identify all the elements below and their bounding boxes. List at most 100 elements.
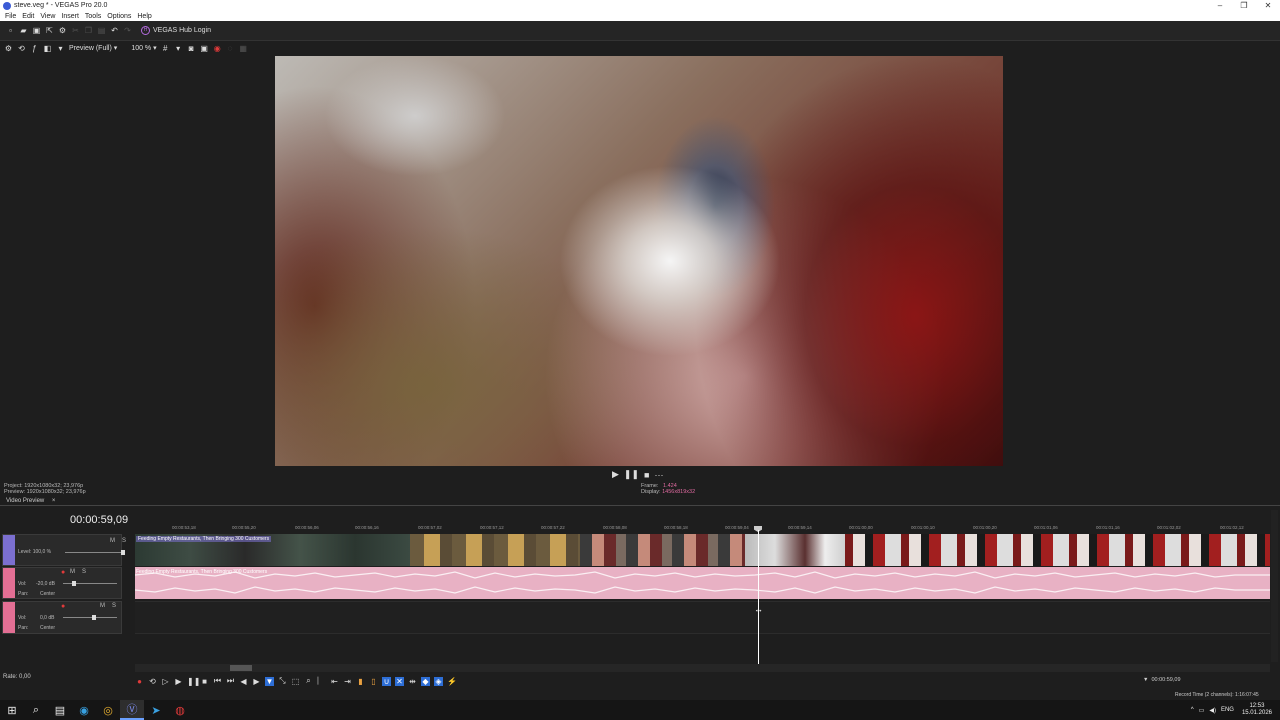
menu-edit[interactable]: Edit (22, 13, 34, 20)
video-level-knob[interactable] (121, 550, 125, 555)
timeline-vertical-scrollbar[interactable] (1271, 510, 1278, 662)
fx-icon[interactable]: ƒ (30, 44, 39, 53)
video-track[interactable] (135, 534, 1270, 566)
vegas-taskbar-icon[interactable]: Ⓥ (120, 700, 144, 720)
chevron-down-icon[interactable]: ▾ (153, 44, 157, 52)
grid-icon[interactable]: # (161, 44, 170, 53)
pause-icon[interactable]: ❚❚ (187, 677, 200, 686)
timeline-horizontal-scrollbar[interactable] (135, 664, 1270, 672)
clock[interactable]: 12:53 15.01.2026 (1242, 703, 1272, 717)
playhead-line[interactable] (758, 530, 759, 664)
menu-view[interactable]: View (40, 13, 55, 20)
next-frame-icon[interactable]: ▶ (252, 677, 261, 686)
timeline-ruler[interactable]: 00:00:53,18 00:00:55,20 00:00:56,06 00:0… (135, 525, 1270, 533)
open-folder-icon[interactable]: ▰ (18, 25, 29, 36)
video-level-slider[interactable] (65, 552, 121, 553)
loop-icon[interactable]: ⟲ (148, 677, 157, 686)
mute-button[interactable]: M (100, 603, 105, 609)
video-clip-segment[interactable] (745, 534, 845, 566)
auto-crossfade-icon[interactable]: ✕ (395, 676, 404, 686)
audio-track-2-header[interactable]: ● M S Vol: 0,0 dB Pan: Center (2, 601, 122, 634)
ignore-grouping-icon[interactable]: ◈ (434, 676, 443, 686)
preview-quality-select[interactable]: Preview (Full) (69, 45, 112, 52)
pause-icon[interactable]: ❚❚ (624, 469, 639, 480)
recorder-icon[interactable]: ◍ (168, 700, 192, 720)
chrome-icon[interactable]: ◎ (96, 700, 120, 720)
disabled-option-icon[interactable]: ◌ (226, 44, 235, 53)
arm-record-icon[interactable]: ● (61, 569, 65, 576)
snapping-icon[interactable]: ∪ (382, 676, 391, 686)
copy-snapshot-icon[interactable]: ▣ (200, 44, 209, 53)
sync-icon[interactable]: ⟲ (17, 44, 26, 53)
go-to-start-icon[interactable]: ⏮ (213, 676, 222, 686)
stop-icon[interactable]: ■ (644, 470, 649, 480)
solo-button[interactable]: S (122, 538, 126, 544)
save-icon[interactable]: ▣ (31, 25, 42, 36)
mute-button[interactable]: M (70, 569, 75, 575)
region-icon[interactable]: ▯ (369, 677, 378, 686)
play-from-start-icon[interactable]: ▷ (161, 677, 170, 686)
render-icon[interactable]: ⇱ (44, 25, 55, 36)
empty-audio-track[interactable] (135, 601, 1270, 634)
video-clip-segment[interactable] (845, 534, 1270, 566)
normalize-icon[interactable]: ⚡ (447, 677, 457, 686)
volume-icon[interactable]: ◀) (1209, 707, 1216, 714)
close-button[interactable]: ✕ (1256, 0, 1280, 11)
lock-envelopes-icon[interactable]: ◆ (421, 676, 430, 686)
edit-tool-icon[interactable]: ▼ (265, 676, 274, 686)
start-icon[interactable]: ⊞ (0, 700, 24, 720)
arm-record-icon[interactable]: ● (61, 603, 65, 610)
video-fx-gear-icon[interactable]: ⚙ (4, 44, 13, 53)
previous-frame-icon[interactable]: ◀ (239, 677, 248, 686)
snapshot-icon[interactable]: ◙ (187, 44, 196, 53)
zoom-tool-icon[interactable]: ⌕ (304, 676, 313, 686)
solo-button[interactable]: S (112, 603, 116, 609)
zoom-select[interactable]: 100 % (131, 45, 151, 52)
menu-tools[interactable]: Tools (85, 13, 101, 20)
selection-tool-icon[interactable]: ⬚ (291, 677, 300, 686)
volume-knob[interactable] (72, 581, 76, 586)
chevron-down-icon[interactable]: ▾ (114, 44, 118, 52)
overlay-dropdown-icon[interactable]: ▾ (174, 44, 183, 53)
telegram-icon[interactable]: ➤ (144, 700, 168, 720)
task-view-icon[interactable]: ▤ (48, 700, 72, 720)
envelope-tool-icon[interactable]: ⤡ (278, 676, 287, 686)
trim-end-icon[interactable]: ⇥ (343, 677, 352, 686)
mute-button[interactable]: M (110, 538, 115, 544)
stop-icon[interactable]: ■ (200, 677, 209, 686)
volume-slider[interactable] (63, 617, 117, 618)
video-preview-tab[interactable]: Video Preview × (0, 497, 1280, 506)
menu-options[interactable]: Options (107, 13, 131, 20)
language-indicator[interactable]: ENG (1221, 707, 1234, 713)
new-file-icon[interactable]: ▫ (5, 25, 16, 36)
video-clip-segment[interactable] (580, 534, 745, 566)
trim-start-icon[interactable]: ⇤ (330, 677, 339, 686)
chevron-up-icon[interactable]: ^ (1191, 707, 1194, 713)
properties-gear-icon[interactable]: ⚙ (57, 25, 68, 36)
play-icon[interactable]: ▶ (174, 677, 183, 686)
maximize-button[interactable]: ❐ (1232, 0, 1256, 11)
paste-icon[interactable]: ▤ (96, 25, 107, 36)
menu-insert[interactable]: Insert (61, 13, 79, 20)
search-icon[interactable]: ⌕ (24, 700, 48, 720)
marker-icon[interactable]: ▮ (356, 677, 365, 686)
vegas-hub-login[interactable]: H VEGAS Hub Login (141, 26, 211, 35)
close-icon[interactable]: × (52, 498, 56, 504)
copy-icon[interactable]: ❐ (83, 25, 94, 36)
network-icon[interactable]: ▭ (1199, 707, 1205, 714)
go-to-end-icon[interactable]: ⏭ (226, 676, 235, 686)
menu-file[interactable]: File (5, 13, 16, 20)
video-track-header[interactable]: Level: 100,0 % M S (2, 534, 126, 566)
more-options-icon[interactable]: ··· (654, 470, 663, 480)
edge-icon[interactable]: ◉ (72, 700, 96, 720)
audio-track[interactable] (135, 567, 1270, 599)
record-icon[interactable]: ◉ (213, 44, 222, 53)
video-clip-segment[interactable] (410, 534, 580, 566)
redo-icon[interactable]: ↷ (122, 25, 133, 36)
undo-icon[interactable]: ↶ (109, 25, 120, 36)
split-screen-icon[interactable]: ◧ (43, 44, 52, 53)
menu-help[interactable]: Help (137, 13, 151, 20)
disabled-option-2-icon[interactable]: ▦ (239, 44, 248, 53)
ripple-icon[interactable]: ⇹ (408, 677, 417, 686)
minimize-button[interactable]: – (1208, 0, 1232, 11)
